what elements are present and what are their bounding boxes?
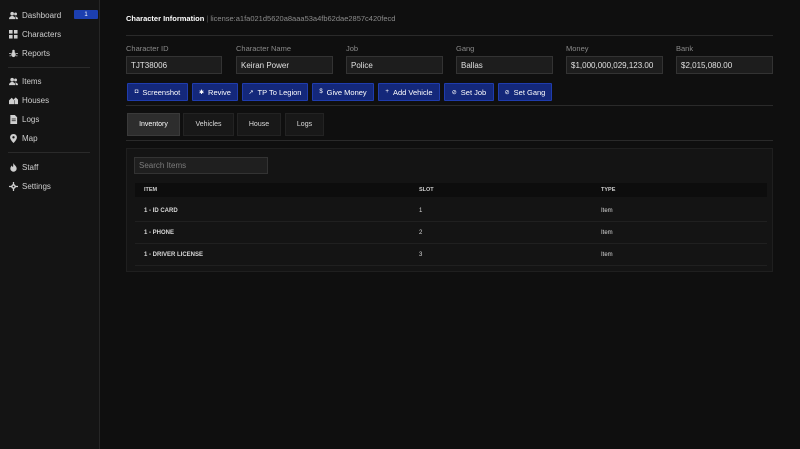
sidebar-divider — [8, 152, 90, 153]
sidebar-item-label: Logs — [22, 114, 40, 124]
sidebar-item-staff[interactable]: Staff — [8, 160, 94, 174]
add-vehicle-button[interactable]: + Add Vehicle — [378, 83, 440, 101]
page-title: Character Information — [126, 14, 205, 23]
button-label: Set Job — [460, 87, 487, 97]
notification-badge: 1 — [74, 10, 98, 19]
divider — [126, 105, 773, 106]
pin-icon: ↗ — [248, 89, 254, 96]
character-id-field[interactable]: TJT38006 — [126, 56, 222, 74]
sidebar-divider — [8, 67, 90, 68]
tp-to-legion-button[interactable]: ↗ TP To Legion — [242, 83, 308, 101]
item-slot: 1 — [419, 207, 423, 214]
camera-icon: ◘ — [134, 89, 139, 95]
tab-logs[interactable]: Logs — [285, 113, 324, 136]
sidebar-item-logs[interactable]: Logs — [8, 112, 94, 126]
tab-house[interactable]: House — [237, 113, 281, 136]
file-icon — [8, 114, 18, 124]
set-job-button[interactable]: ⊘ Set Job — [444, 83, 494, 101]
button-label: Set Gang — [513, 87, 546, 97]
star-icon: ✱ — [199, 89, 205, 96]
sidebar-item-dashboard[interactable]: Dashboard 1 — [8, 8, 98, 22]
users-icon — [8, 10, 18, 20]
button-label: Give Money — [326, 87, 367, 97]
plus-icon: + — [385, 89, 389, 95]
item-slot: 3 — [419, 251, 423, 258]
item-name: 1 - PHONE — [144, 229, 175, 236]
divider — [126, 35, 773, 36]
revive-button[interactable]: ✱ Revive — [192, 83, 238, 101]
give-money-button[interactable]: $ Give Money — [312, 83, 374, 101]
sidebar-item-label: Characters — [22, 29, 62, 39]
table-header: ITEM SLOT TYPE — [135, 183, 767, 197]
job-field[interactable]: Police — [346, 56, 443, 74]
item-slot: 2 — [419, 229, 423, 236]
item-type: Item — [601, 251, 613, 258]
table-row[interactable]: 1 - PHONE 2 Item — [135, 222, 767, 244]
table-row[interactable]: 1 - ID CARD 1 Item — [135, 200, 767, 222]
inventory-panel: ITEM SLOT TYPE 1 - ID CARD 1 Item 1 - PH… — [126, 148, 773, 272]
sidebar-item-reports[interactable]: Reports — [8, 46, 94, 60]
bank-label: Bank — [676, 44, 694, 53]
search-input[interactable] — [134, 157, 268, 174]
set-gang-button[interactable]: ⊘ Set Gang — [498, 83, 552, 101]
tab-vehicles[interactable]: Vehicles — [183, 113, 234, 136]
sidebar-item-label: Map — [22, 133, 38, 143]
sidebar-item-items[interactable]: Items — [8, 74, 94, 88]
item-type: Item — [601, 229, 613, 236]
sidebar-item-label: Dashboard — [22, 10, 62, 20]
column-header-item: ITEM — [144, 187, 158, 193]
screenshot-button[interactable]: ◘ Screenshot — [127, 83, 188, 101]
sidebar-item-label: Houses — [22, 95, 50, 105]
character-name-field[interactable]: Keiran Power — [236, 56, 333, 74]
gang-field[interactable]: Ballas — [456, 56, 553, 74]
main-content: Character Information | license:a1fa021d… — [100, 0, 800, 449]
column-header-type: TYPE — [601, 187, 616, 193]
money-field[interactable]: $1,000,000,029,123.00 — [566, 56, 663, 74]
houses-icon — [8, 95, 18, 105]
button-label: Revive — [208, 87, 231, 97]
dollar-icon: $ — [319, 89, 323, 95]
users-icon — [8, 76, 18, 86]
pin-icon — [8, 133, 18, 143]
divider — [126, 140, 773, 141]
tab-inventory[interactable]: Inventory — [127, 113, 180, 136]
item-name: 1 - ID CARD — [144, 207, 178, 214]
item-name: 1 - DRIVER LICENSE — [144, 251, 204, 258]
column-header-slot: SLOT — [419, 187, 434, 193]
button-label: TP To Legion — [257, 87, 302, 97]
job-label: Job — [346, 44, 359, 53]
button-label: Add Vehicle — [392, 87, 433, 97]
flame-icon — [8, 162, 18, 172]
tag-icon: ⊘ — [451, 89, 457, 96]
sidebar-item-map[interactable]: Map — [8, 131, 94, 145]
sidebar-item-label: Reports — [22, 48, 51, 58]
sidebar-item-settings[interactable]: Settings — [8, 179, 94, 193]
sidebar-item-characters[interactable]: Characters — [8, 27, 94, 41]
gang-label: Gang — [456, 44, 475, 53]
button-label: Screenshot — [142, 87, 181, 97]
money-label: Money — [566, 44, 589, 53]
license-id: license:a1fa021d5620a8aaa53a4fb62dae2857… — [210, 14, 396, 23]
sidebar-item-label: Settings — [22, 181, 51, 191]
sidebar: Dashboard 1 Characters Reports Items Hou… — [0, 0, 100, 449]
tag-icon: ⊘ — [504, 89, 510, 96]
bank-field[interactable]: $2,015,080.00 — [676, 56, 773, 74]
sidebar-item-houses[interactable]: Houses — [8, 93, 94, 107]
grid-icon — [8, 29, 18, 39]
bug-icon — [8, 48, 18, 58]
table-row[interactable]: 1 - DRIVER LICENSE 3 Item — [135, 244, 767, 266]
page-header: Character Information | license:a1fa021d… — [126, 14, 395, 23]
character-id-label: Character ID — [126, 44, 169, 53]
cog-icon — [8, 181, 18, 191]
item-type: Item — [601, 207, 613, 214]
header-divider: | — [206, 14, 209, 23]
sidebar-item-label: Staff — [22, 162, 39, 172]
sidebar-item-label: Items — [22, 76, 42, 86]
character-name-label: Character Name — [236, 44, 292, 53]
